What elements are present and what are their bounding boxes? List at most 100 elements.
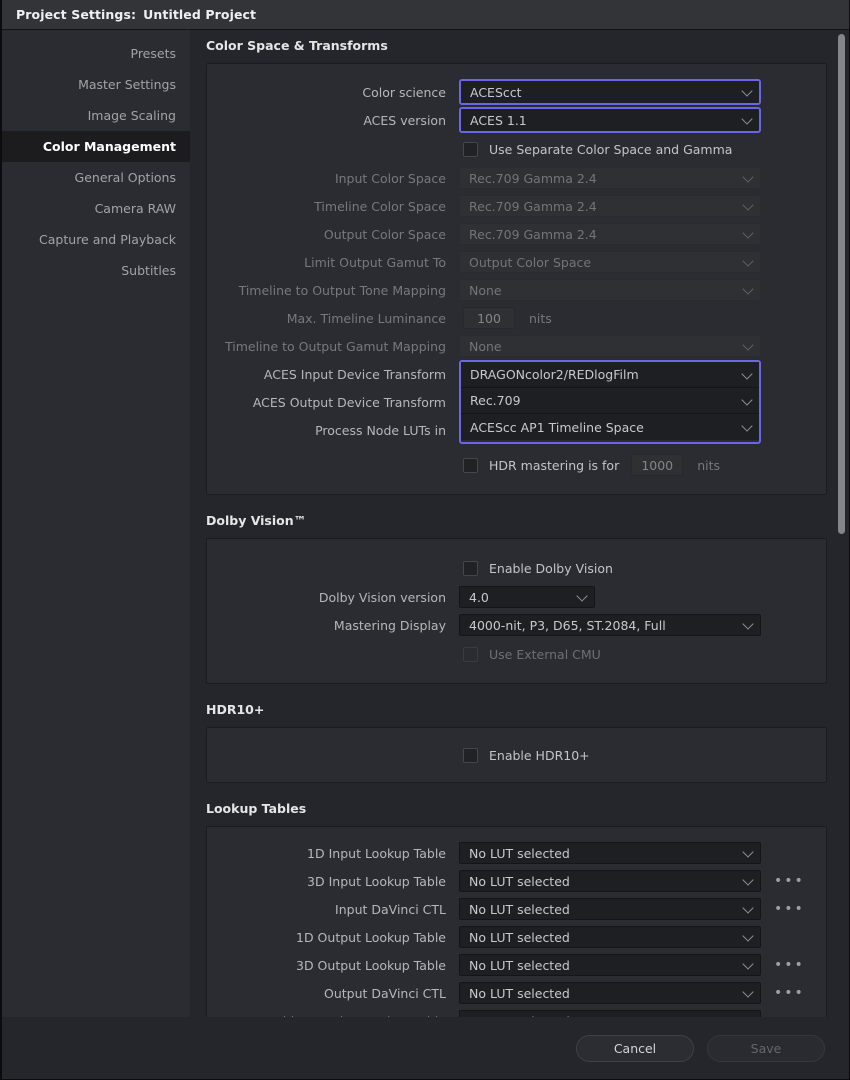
label-lut-row: 3D Input Lookup Table [307, 873, 446, 889]
panel-lookup-tables: 1D Input Lookup Table No LUT selected ••… [206, 826, 827, 1017]
settings-scroll-area: Color Space & Transforms Color science A… [206, 38, 827, 1017]
label-color-science: Color science [362, 84, 446, 100]
table-row: Input DaVinci CTL No LUT selected ••• [207, 895, 803, 923]
dropdown-tone-mapping-value: None [469, 282, 502, 298]
label-tone-mapping: Timeline to Output Tone Mapping [238, 282, 446, 298]
panel-color-space: Color science ACEScct ACES version ACES … [206, 63, 827, 495]
row-hdr-mastering[interactable]: HDR mastering is for 1000 nits [207, 450, 800, 480]
dialog-footer: Cancel Save [2, 1017, 849, 1079]
row-output-color-space: Output Color Space Rec.709 Gamma 2.4 [207, 220, 800, 248]
checkbox-use-external-cmu [463, 646, 478, 662]
row-max-timeline-luminance: Max. Timeline Luminance 100 nits [207, 304, 800, 332]
dropdown-aces-version-value: ACES 1.1 [470, 112, 527, 128]
checkbox-enable-hdr10plus[interactable] [463, 747, 478, 763]
row-timeline-color-space: Timeline Color Space Rec.709 Gamma 2.4 [207, 192, 800, 220]
label-limit-output-gamut: Limit Output Gamut To [304, 254, 446, 270]
group-aces-transforms: ACES Input Device Transform ACES Output … [207, 360, 800, 444]
label-lut-row: 1D Output Lookup Table [296, 929, 446, 945]
dropdown-1d-video-monitor-lookup-table[interactable]: No LUT selected [459, 1010, 761, 1017]
chevron-down-icon [742, 874, 754, 886]
sidebar-item-camera-raw[interactable]: Camera RAW [2, 193, 190, 224]
browse-lut-button[interactable]: ••• [774, 986, 803, 1000]
chevron-down-icon [742, 255, 754, 267]
checkbox-use-separate-color-space[interactable] [463, 141, 478, 157]
chevron-down-icon [742, 227, 754, 239]
chevron-down-icon [742, 958, 754, 970]
label-aces-odt: ACES Output Device Transform [252, 394, 446, 410]
dropdown-lut-value: No LUT selected [469, 957, 570, 973]
label-lut-row: Input DaVinci CTL [335, 901, 446, 917]
label-use-separate-color-space: Use Separate Color Space and Gamma [489, 141, 733, 157]
label-input-color-space: Input Color Space [334, 170, 446, 186]
label-hdr-mastering: HDR mastering is for [489, 457, 620, 473]
row-enable-dolby-vision[interactable]: Enable Dolby Vision [207, 553, 800, 583]
dropdown-1d-output-lookup-table[interactable]: No LUT selected [459, 926, 761, 948]
sidebar-item-label: Master Settings [78, 77, 176, 92]
label-max-timeline-luminance: Max. Timeline Luminance [286, 310, 446, 326]
dropdown-color-science[interactable]: ACEScct [461, 81, 759, 103]
units-hdr-mastering: nits [697, 457, 721, 473]
chevron-down-icon [741, 393, 753, 406]
chevron-down-icon [742, 930, 754, 942]
label-use-external-cmu: Use External CMU [489, 646, 601, 662]
row-use-separate-color-space[interactable]: Use Separate Color Space and Gamma [207, 134, 800, 164]
section-title-lookup-tables: Lookup Tables [206, 801, 307, 816]
cancel-button[interactable]: Cancel [576, 1034, 694, 1062]
highlight-ring-aces-version: ACES 1.1 [459, 107, 761, 133]
input-hdr-mastering-nits: 1000 [631, 454, 684, 476]
dropdown-aces-output-device-transform[interactable]: Rec.709 [461, 388, 759, 414]
dropdown-aces-version[interactable]: ACES 1.1 [461, 109, 759, 131]
table-row: 3D Output Lookup Table No LUT selected •… [207, 951, 803, 979]
dropdown-aces-idt-value: DRAGONcolor2/REDlogFilm [470, 367, 639, 382]
dropdown-lut-value: No LUT selected [469, 845, 570, 861]
dropdown-aces-input-device-transform[interactable]: DRAGONcolor2/REDlogFilm [461, 362, 759, 388]
browse-lut-button[interactable]: ••• [774, 958, 803, 972]
dropdown-process-node-luts-in[interactable]: ACEScc AP1 Timeline Space [461, 414, 759, 440]
browse-lut-button[interactable]: ••• [774, 902, 803, 916]
dropdown-lut-value: No LUT selected [469, 929, 570, 945]
table-row: 3D Input Lookup Table No LUT selected ••… [207, 867, 803, 895]
dropdown-1d-input-lookup-table[interactable]: No LUT selected [459, 842, 761, 864]
sidebar-item-presets[interactable]: Presets [2, 38, 190, 69]
chevron-down-icon [741, 85, 753, 97]
dropdown-tone-mapping: None [459, 279, 761, 301]
sidebar-item-general-options[interactable]: General Options [2, 162, 190, 193]
sidebar-item-color-management[interactable]: Color Management [2, 131, 190, 162]
dropdown-dolby-vision-version[interactable]: 4.0 [459, 586, 595, 608]
table-row: 1D Video Monitor Lookup Table No LUT sel… [207, 1007, 800, 1017]
label-gamut-mapping: Timeline to Output Gamut Mapping [224, 338, 446, 354]
row-enable-hdr10plus[interactable]: Enable HDR10+ [207, 740, 800, 770]
section-title-dolby-vision: Dolby Vision™ [206, 513, 307, 528]
chevron-down-icon [576, 590, 588, 602]
dropdown-3d-output-lookup-table[interactable]: No LUT selected [459, 954, 761, 976]
content-scrollbar[interactable] [838, 34, 845, 1015]
settings-content: Color Space & Transforms Color science A… [190, 30, 849, 1079]
dropdown-3d-input-lookup-table[interactable]: No LUT selected [459, 870, 761, 892]
sidebar-item-master-settings[interactable]: Master Settings [2, 69, 190, 100]
sidebar-item-capture-and-playback[interactable]: Capture and Playback [2, 224, 190, 255]
units-max-timeline-luminance: nits [529, 310, 552, 326]
browse-lut-button[interactable]: ••• [774, 874, 803, 888]
row-color-science: Color science ACEScct [207, 78, 800, 106]
dropdown-color-science-value: ACEScct [470, 84, 522, 100]
dropdown-mastering-display[interactable]: 4000-nit, P3, D65, ST.2084, Full [459, 614, 761, 636]
sidebar-item-label: Capture and Playback [39, 232, 176, 247]
titlebar-label: Project Settings: [16, 7, 137, 22]
row-input-color-space: Input Color Space Rec.709 Gamma 2.4 [207, 164, 800, 192]
dropdown-limit-output-gamut-value: Output Color Space [469, 254, 592, 270]
label-output-color-space: Output Color Space [323, 226, 446, 242]
chevron-down-icon [741, 367, 753, 380]
save-button[interactable]: Save [707, 1034, 825, 1062]
row-limit-output-gamut: Limit Output Gamut To Output Color Space [207, 248, 800, 276]
checkbox-enable-dolby-vision[interactable] [463, 560, 478, 576]
dropdown-lut-value: No LUT selected [469, 985, 570, 1001]
dropdown-input-davinci-ctl[interactable]: No LUT selected [459, 898, 761, 920]
scrollbar-thumb[interactable] [838, 34, 845, 534]
dropdown-output-davinci-ctl[interactable]: No LUT selected [459, 982, 761, 1004]
panel-hdr10plus: Enable HDR10+ [206, 727, 827, 783]
checkbox-hdr-mastering[interactable] [463, 457, 478, 473]
dropdown-input-color-space: Rec.709 Gamma 2.4 [459, 167, 761, 189]
sidebar-item-subtitles[interactable]: Subtitles [2, 255, 190, 286]
sidebar-item-label: Presets [130, 46, 177, 61]
sidebar-item-image-scaling[interactable]: Image Scaling [2, 100, 190, 131]
